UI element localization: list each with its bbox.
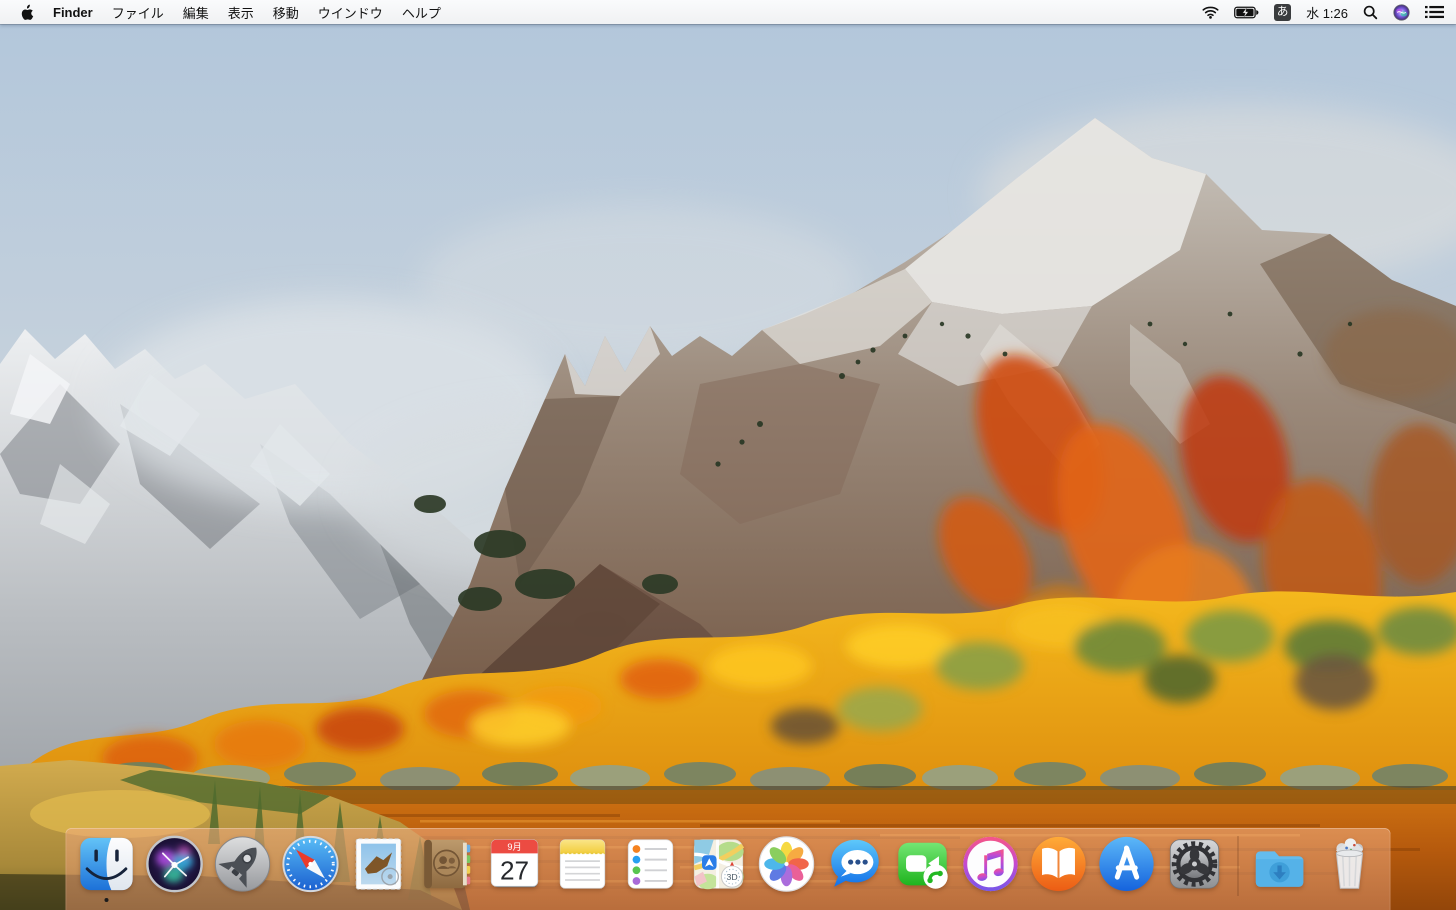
spotlight-menu-extra[interactable] <box>1363 5 1378 20</box>
dock-item-system-preferences[interactable] <box>1163 833 1227 902</box>
dock-item-messages[interactable] <box>823 833 887 902</box>
menu-window[interactable]: ウインドウ <box>318 3 383 22</box>
dock: 9月 27 3D <box>65 828 1391 910</box>
battery-menu-extra[interactable] <box>1234 6 1259 19</box>
dock-item-contacts[interactable] <box>415 833 479 902</box>
dock-item-downloads[interactable] <box>1250 833 1314 902</box>
menu-bar: Finder ファイル 編集 表示 移動 ウインドウ ヘルプ あ 水 1:26 <box>0 0 1456 24</box>
dock-item-itunes[interactable] <box>959 833 1023 902</box>
facetime-icon <box>898 842 948 889</box>
notification-center-menu-extra[interactable] <box>1425 5 1444 19</box>
dock-item-facetime[interactable] <box>891 833 955 902</box>
photos-icon <box>758 836 815 892</box>
ibooks-icon <box>1031 836 1086 892</box>
notification-center-icon <box>1425 5 1444 19</box>
siri-menu-extra[interactable] <box>1393 3 1410 21</box>
spotlight-search-icon <box>1363 5 1378 19</box>
active-app-name[interactable]: Finder <box>53 5 93 20</box>
calendar-day-label: 27 <box>500 856 529 886</box>
dock-item-ibooks[interactable] <box>1027 833 1091 902</box>
dock-item-notes[interactable] <box>551 833 615 902</box>
dock-item-reminders[interactable] <box>619 833 683 902</box>
menu-bar-status-area: あ 水 1:26 <box>1202 3 1456 22</box>
dock-item-mail[interactable] <box>347 833 411 902</box>
reminders-icon <box>627 839 674 889</box>
messages-icon <box>831 839 879 887</box>
wallpaper-high-sierra <box>0 24 1456 910</box>
dock-item-calendar[interactable]: 9月 27 <box>483 833 547 902</box>
wifi-menu-extra[interactable] <box>1202 6 1219 19</box>
dock-item-trash[interactable] <box>1318 833 1382 902</box>
dock-item-photos[interactable] <box>755 833 819 902</box>
menu-go[interactable]: 移動 <box>273 3 299 22</box>
app-store-icon <box>1099 836 1154 892</box>
launchpad-icon <box>214 836 271 892</box>
dock-item-finder[interactable] <box>75 833 139 902</box>
battery-charging-icon <box>1234 6 1259 18</box>
dock-item-safari[interactable] <box>279 833 343 902</box>
menu-edit[interactable]: 編集 <box>183 3 209 22</box>
siri-dock-icon <box>146 835 203 893</box>
maps-3d-badge: 3D <box>726 872 737 882</box>
running-indicator <box>104 898 109 902</box>
safari-icon <box>282 835 339 893</box>
dock-item-app-store[interactable] <box>1095 833 1159 902</box>
dock-item-siri[interactable] <box>143 833 207 902</box>
itunes-icon <box>963 836 1018 892</box>
maps-icon: 3D <box>693 839 745 890</box>
menu-view[interactable]: 表示 <box>228 3 254 22</box>
calendar-month-label: 9月 <box>507 842 521 852</box>
apple-logo-icon <box>21 4 34 20</box>
menu-bar-clock[interactable]: 水 1:26 <box>1306 3 1348 22</box>
mail-icon <box>355 838 402 890</box>
dock-item-launchpad[interactable] <box>211 833 275 902</box>
notes-icon <box>559 839 606 889</box>
desktop[interactable] <box>0 0 1456 910</box>
downloads-folder-icon <box>1255 851 1304 887</box>
system-preferences-icon <box>1169 839 1220 889</box>
input-source-menu-extra[interactable]: あ <box>1274 3 1292 21</box>
finder-icon <box>80 837 133 891</box>
calendar-icon: 9月 27 <box>490 839 539 888</box>
apple-menu[interactable] <box>20 4 34 21</box>
trash-full-icon <box>1335 838 1364 889</box>
dock-item-maps[interactable]: 3D <box>687 833 751 902</box>
menu-file[interactable]: ファイル <box>112 3 164 22</box>
siri-icon <box>1393 3 1410 21</box>
menu-help[interactable]: ヘルプ <box>402 3 441 22</box>
wifi-icon <box>1202 6 1219 19</box>
contacts-icon <box>424 839 471 889</box>
dock-separator <box>1237 836 1239 896</box>
